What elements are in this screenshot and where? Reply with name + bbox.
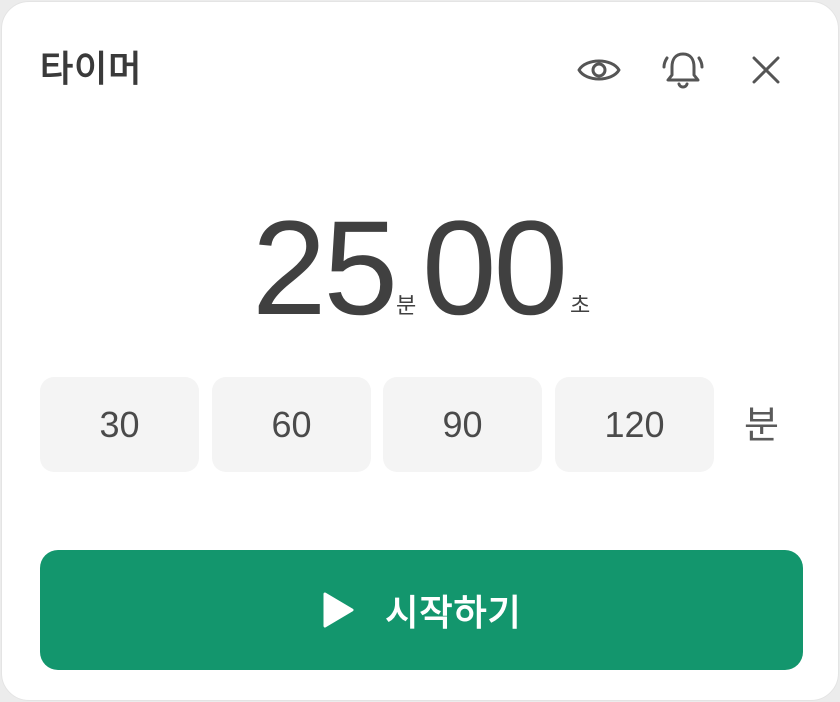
close-button[interactable] [742, 46, 790, 94]
preset-90-button[interactable]: 90 [383, 377, 542, 472]
preset-unit-label: 분 [744, 403, 779, 447]
preset-30-button[interactable]: 30 [40, 377, 199, 472]
preset-120-button[interactable]: 120 [555, 377, 714, 472]
timer-panel: 타이머 25 분 00 초 30 60 90 120 분 시작하기 [1, 1, 839, 701]
preset-60-button[interactable]: 60 [212, 377, 371, 472]
alarm-button[interactable] [659, 46, 707, 94]
timer-display: 25 분 00 초 [2, 202, 840, 336]
minutes-unit-label: 분 [396, 294, 417, 319]
panel-title: 타이머 [40, 49, 143, 90]
start-button-label: 시작하기 [385, 593, 522, 634]
eye-icon [577, 59, 621, 81]
timer-seconds: 00 [422, 194, 568, 343]
close-icon [752, 56, 780, 84]
play-icon [323, 592, 354, 628]
bell-icon [662, 52, 704, 89]
timer-minutes: 25 [252, 194, 398, 343]
start-button[interactable]: 시작하기 [40, 550, 803, 670]
preset-row: 30 60 90 120 분 [2, 377, 840, 473]
seconds-unit-label: 초 [570, 294, 591, 319]
visibility-button[interactable] [575, 46, 623, 94]
